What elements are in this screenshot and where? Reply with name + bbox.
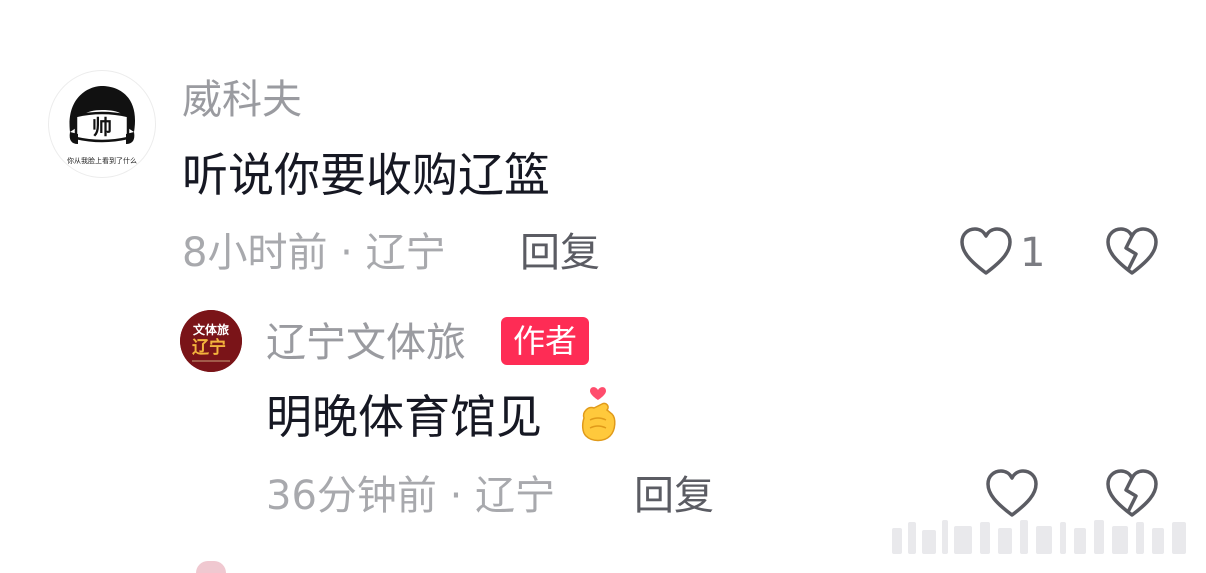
avatar-glyph: 帅: [92, 115, 112, 139]
avatar-illustration-icon: 帅 你从我脸上看到了什么: [67, 86, 137, 165]
finger-heart-emoji: [581, 387, 616, 442]
commenter-username[interactable]: 威科夫: [182, 80, 302, 120]
author-username[interactable]: 辽宁文体旅: [266, 323, 466, 363]
reply-text: 明晚体育馆见: [266, 390, 542, 444]
author-logo-bottom: 辽宁: [192, 337, 226, 358]
reply-reply-button[interactable]: 回复: [634, 476, 714, 516]
author-avatar[interactable]: 文体旅 辽宁: [180, 310, 242, 372]
comment-meta: 8小时前 · 辽宁: [182, 230, 446, 276]
author-badge: 作者: [501, 317, 590, 365]
reply-meta: 36分钟前 · 辽宁: [266, 473, 556, 519]
reply-button[interactable]: 回复: [520, 233, 600, 273]
comment-text: 听说你要收购辽篮: [182, 148, 550, 202]
heart-outline-icon[interactable]: [984, 468, 1040, 520]
broken-heart-icon[interactable]: [1104, 468, 1160, 520]
watermark-graphic: [892, 520, 1186, 554]
author-logo-icon: 文体旅 辽宁: [180, 310, 242, 372]
avatar-caption: 你从我脸上看到了什么: [67, 156, 137, 165]
author-logo-top: 文体旅: [193, 322, 229, 337]
broken-heart-icon[interactable]: [1104, 226, 1160, 278]
heart-outline-icon[interactable]: [958, 226, 1014, 278]
commenter-avatar[interactable]: 帅 你从我脸上看到了什么: [48, 70, 156, 178]
next-comment-avatar[interactable]: [196, 561, 226, 573]
like-count: 1: [1020, 230, 1046, 276]
